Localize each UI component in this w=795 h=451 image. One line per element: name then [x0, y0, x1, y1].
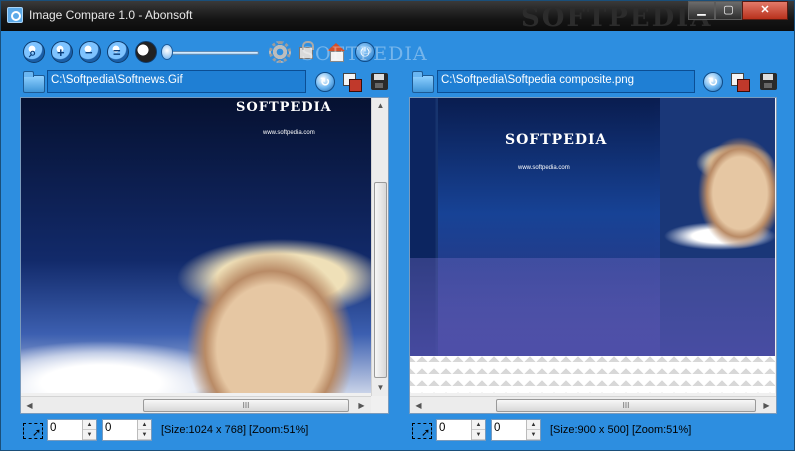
scroll-right-arrow[interactable]: ▶	[354, 398, 369, 413]
right-offset-x-value[interactable]: 0	[439, 422, 445, 434]
spin-down-button[interactable]: ▼	[472, 430, 485, 440]
right-offset-x-spinner[interactable]: 0 ▲ ▼	[436, 419, 486, 441]
left-image-logo: SOFTPEDIA	[236, 100, 332, 115]
left-offset-x-spinner[interactable]: 0 ▲ ▼	[47, 419, 97, 441]
right-image-reflection	[410, 258, 775, 356]
spinner-buttons: ▲ ▼	[82, 420, 96, 440]
app-window: SOFTPEDIA Image Compare 1.0 - Abonsoft ▁…	[0, 0, 795, 451]
spin-up-button[interactable]: ▲	[527, 420, 540, 430]
spin-up-button[interactable]: ▲	[83, 420, 96, 430]
zoom-slider-thumb[interactable]	[161, 44, 173, 60]
zoom-fit-icon[interactable]: ⌕	[23, 41, 45, 63]
right-path-field[interactable]: C:\Softpedia\Softpedia composite.png	[437, 70, 695, 93]
scroll-down-arrow[interactable]: ▼	[373, 380, 388, 395]
toolbar-watermark: SOFTPEDIA	[301, 43, 428, 65]
open-folder-icon[interactable]	[412, 71, 434, 93]
zoom-actual-icon[interactable]: =	[107, 41, 129, 63]
right-offset-y-value[interactable]: 0	[494, 422, 500, 434]
scroll-up-arrow[interactable]: ▲	[373, 98, 388, 113]
left-hscroll-thumb[interactable]: III	[143, 399, 349, 412]
left-image-viewport[interactable]: SOFTPEDIA www.softpedia.com ▲ ▼ ◀ III ▶	[20, 97, 389, 414]
left-image-url: www.softpedia.com	[263, 130, 315, 136]
spin-down-button[interactable]: ▼	[138, 430, 151, 440]
left-horizontal-scrollbar[interactable]: ◀ III ▶	[21, 396, 371, 413]
scroll-left-arrow[interactable]: ◀	[22, 398, 37, 413]
right-status-text: [Size:900 x 500] [Zoom:51%]	[550, 424, 692, 436]
contrast-icon[interactable]	[135, 41, 157, 63]
right-refresh-icon[interactable]: ↻	[703, 72, 723, 92]
left-status-text: [Size:1024 x 768] [Zoom:51%]	[161, 424, 309, 436]
scroll-right-arrow[interactable]: ▶	[759, 398, 774, 413]
title-bar[interactable]: SOFTPEDIA Image Compare 1.0 - Abonsoft ▁…	[1, 1, 794, 33]
spin-up-button[interactable]: ▲	[472, 420, 485, 430]
left-image: SOFTPEDIA www.softpedia.com	[21, 98, 371, 393]
close-button[interactable]: ✕	[742, 1, 788, 20]
right-save-icon[interactable]	[760, 73, 777, 90]
left-offset-y-value[interactable]: 0	[105, 422, 111, 434]
right-image-url: www.softpedia.com	[518, 165, 570, 171]
right-image: SOFTPEDIA www.softpedia.com	[410, 98, 775, 356]
spinner-buttons: ▲ ▼	[526, 420, 540, 440]
gear-icon[interactable]	[269, 41, 291, 63]
maximize-button[interactable]: ▢	[715, 1, 742, 20]
window-title: Image Compare 1.0 - Abonsoft	[29, 8, 193, 22]
left-path-field[interactable]: C:\Softpedia\Softnews.Gif	[47, 70, 306, 93]
zoom-slider-track[interactable]	[167, 51, 259, 55]
zoom-out-icon[interactable]: −	[79, 41, 101, 63]
left-offset-x-value[interactable]: 0	[50, 422, 56, 434]
window-controls: ▁ ▢ ✕	[688, 1, 788, 20]
right-compare-icon[interactable]	[731, 73, 750, 92]
left-offset-y-spinner[interactable]: 0 ▲ ▼	[102, 419, 152, 441]
right-offset-y-spinner[interactable]: 0 ▲ ▼	[491, 419, 541, 441]
right-horizontal-scrollbar[interactable]: ◀ III ▶	[410, 396, 776, 413]
left-vertical-scrollbar[interactable]: ▲ ▼	[371, 98, 388, 396]
right-image-area: SOFTPEDIA www.softpedia.com	[410, 98, 775, 393]
zoom-in-icon[interactable]: +	[51, 41, 73, 63]
left-compare-icon[interactable]	[343, 73, 362, 92]
title-watermark: SOFTPEDIA	[521, 3, 713, 33]
left-vscroll-thumb[interactable]	[374, 182, 387, 378]
spin-up-button[interactable]: ▲	[138, 420, 151, 430]
right-image-viewport[interactable]: SOFTPEDIA www.softpedia.com ◀ III ▶	[409, 97, 777, 414]
spin-down-button[interactable]: ▼	[83, 430, 96, 440]
app-icon[interactable]	[7, 7, 23, 23]
left-save-icon[interactable]	[371, 73, 388, 90]
spin-down-button[interactable]: ▼	[527, 430, 540, 440]
left-select-icon[interactable]	[23, 423, 43, 439]
scroll-left-arrow[interactable]: ◀	[411, 398, 426, 413]
open-folder-icon[interactable]	[23, 71, 45, 93]
spinner-buttons: ▲ ▼	[471, 420, 485, 440]
left-refresh-icon[interactable]: ↻	[315, 72, 335, 92]
right-hscroll-thumb[interactable]: III	[496, 399, 756, 412]
right-image-logo: SOFTPEDIA	[505, 132, 608, 148]
minimize-button[interactable]: ▁	[688, 1, 715, 20]
spinner-buttons: ▲ ▼	[137, 420, 151, 440]
right-select-icon[interactable]	[412, 423, 432, 439]
